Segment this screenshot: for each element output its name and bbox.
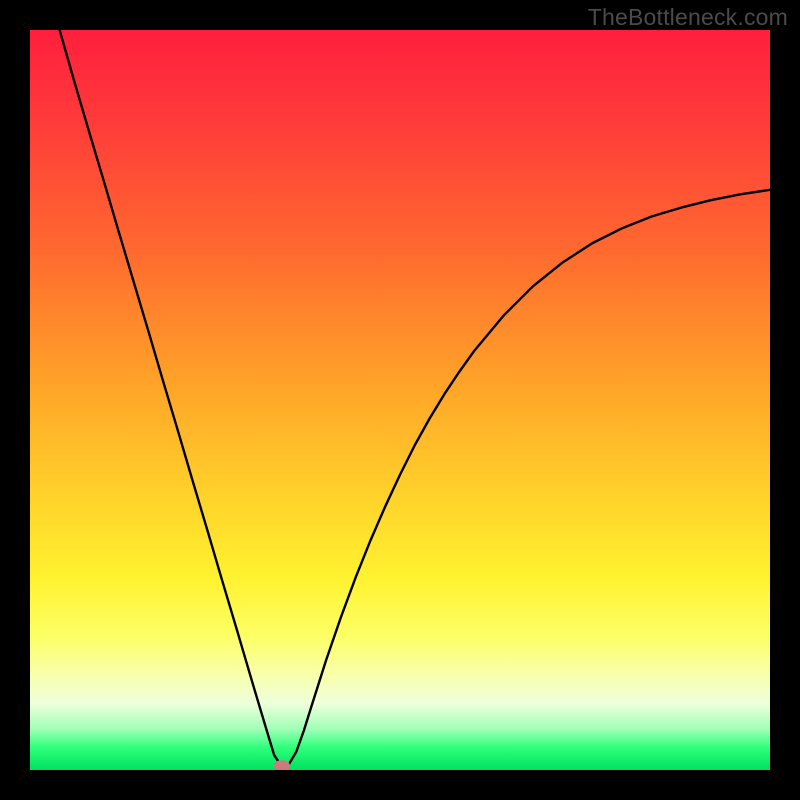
chart-container: TheBottleneck.com [0,0,800,800]
plot-area [30,30,770,770]
bottleneck-curve [30,30,770,770]
optimal-marker [274,761,290,770]
watermark-text: TheBottleneck.com [588,4,788,31]
